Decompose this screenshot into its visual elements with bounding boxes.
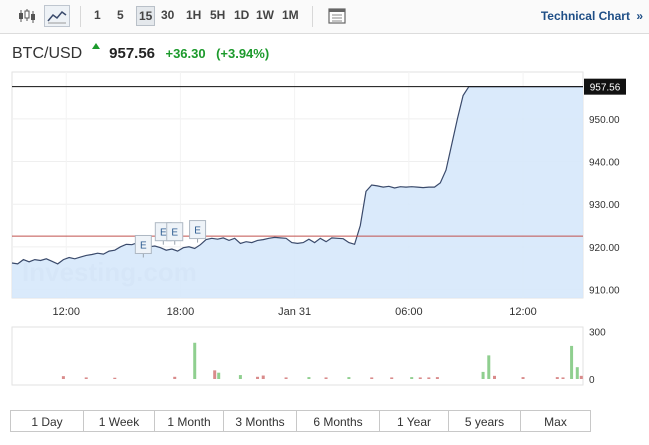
volume-tick-label: 0 — [589, 375, 595, 386]
volume-bar — [256, 376, 260, 379]
range-6-months[interactable]: 6 Months — [296, 410, 379, 432]
x-tick-label: 18:00 — [167, 306, 195, 318]
timeframe-1m[interactable]: 1M — [282, 8, 299, 22]
toolbar-separator — [80, 6, 81, 27]
timeframe-1[interactable]: 1 — [94, 8, 101, 22]
timeframe-30[interactable]: 30 — [161, 8, 174, 22]
range-5-years[interactable]: 5 years — [448, 410, 520, 432]
range-1-week[interactable]: 1 Week — [83, 410, 154, 432]
volume-bar — [410, 377, 414, 379]
volume-bar — [217, 372, 221, 379]
price-change-percent: (+3.94%) — [216, 46, 270, 61]
chart-toolbar: 1 5 15 30 1H 5H 1D 1W 1M Technical Chart… — [0, 0, 649, 34]
volume-bar — [570, 345, 574, 379]
technical-chart-link[interactable]: Technical Chart » — [541, 9, 643, 23]
volume-bar — [284, 377, 288, 379]
quote-header: BTC/USD 957.56 +36.30 (+3.94%) — [12, 42, 269, 62]
volume-bar — [492, 375, 496, 379]
volume-bar — [238, 375, 242, 379]
range-3-months[interactable]: 3 Months — [223, 410, 296, 432]
range-1-day[interactable]: 1 Day — [10, 410, 83, 432]
timeframe-5[interactable]: 5 — [117, 8, 124, 22]
volume-bar — [561, 377, 565, 379]
pair-name: BTC/USD — [12, 45, 83, 62]
volume-bar — [390, 377, 394, 379]
last-price: 957.56 — [109, 45, 156, 62]
y-tick-label: 940.00 — [589, 158, 620, 169]
timeframe-1w[interactable]: 1W — [256, 8, 274, 22]
timeframe-1h[interactable]: 1H — [186, 8, 201, 22]
price-chart[interactable]: 910.00 920.00 930.00 940.00 950.00 12:00 18:00… — [0, 65, 649, 400]
event-marker-label: E — [140, 240, 147, 251]
line-chart-icon[interactable] — [44, 5, 70, 27]
volume-bar — [193, 342, 197, 379]
price-change: +36.30 — [165, 46, 206, 61]
volume-plot-area — [11, 326, 584, 386]
volume-bar — [61, 376, 65, 379]
y-tick-label: 920.00 — [589, 243, 620, 254]
timeframe-1d[interactable]: 1D — [234, 8, 249, 22]
volume-bar — [427, 377, 431, 379]
x-tick-label: 06:00 — [395, 306, 423, 318]
y-tick-label: 910.00 — [589, 285, 620, 296]
timeframe-15[interactable]: 15 — [136, 6, 156, 26]
volume-bar — [213, 370, 217, 379]
event-marker-label: E — [194, 226, 201, 237]
technical-chart-label: Technical Chart — [540, 9, 630, 23]
volume-bar — [481, 371, 485, 379]
volume-bar — [307, 377, 311, 379]
volume-bar — [84, 377, 88, 379]
candlestick-icon[interactable] — [14, 5, 40, 27]
x-tick-label: 12:00 — [52, 306, 80, 318]
x-tick-label: 12:00 — [509, 306, 537, 318]
toolbar-separator — [312, 6, 313, 27]
event-marker-label: E — [160, 228, 167, 239]
volume-bar — [324, 377, 328, 379]
y-tick-label: 950.00 — [589, 115, 620, 126]
volume-bar — [579, 375, 583, 379]
volume-bar — [261, 375, 265, 379]
event-marker-label: E — [171, 228, 178, 239]
volume-bar — [173, 376, 177, 379]
range-1-month[interactable]: 1 Month — [154, 410, 223, 432]
volume-bar — [370, 377, 374, 379]
y-tick-label: 930.00 — [589, 200, 620, 211]
double-chevron-right-icon: » — [636, 9, 643, 23]
volume-tick-label: 300 — [589, 328, 606, 339]
range-selector: 1 Day 1 Week 1 Month 3 Months 6 Months 1… — [10, 410, 591, 432]
volume-bar — [575, 367, 579, 379]
up-arrow-icon — [91, 43, 100, 49]
x-tick-label: Jan 31 — [278, 306, 311, 318]
last-price-label: 957.56 — [590, 83, 621, 94]
range-max[interactable]: Max — [520, 410, 591, 432]
volume-bar — [487, 355, 491, 379]
volume-bar — [521, 377, 525, 379]
calendar-icon[interactable] — [325, 5, 349, 27]
timeframe-5h[interactable]: 5H — [210, 8, 225, 22]
range-1-year[interactable]: 1 Year — [379, 410, 448, 432]
volume-bar — [113, 377, 117, 379]
volume-bar — [555, 377, 559, 379]
volume-bar — [347, 377, 351, 379]
volume-bar — [418, 377, 422, 379]
volume-bar — [435, 377, 439, 379]
